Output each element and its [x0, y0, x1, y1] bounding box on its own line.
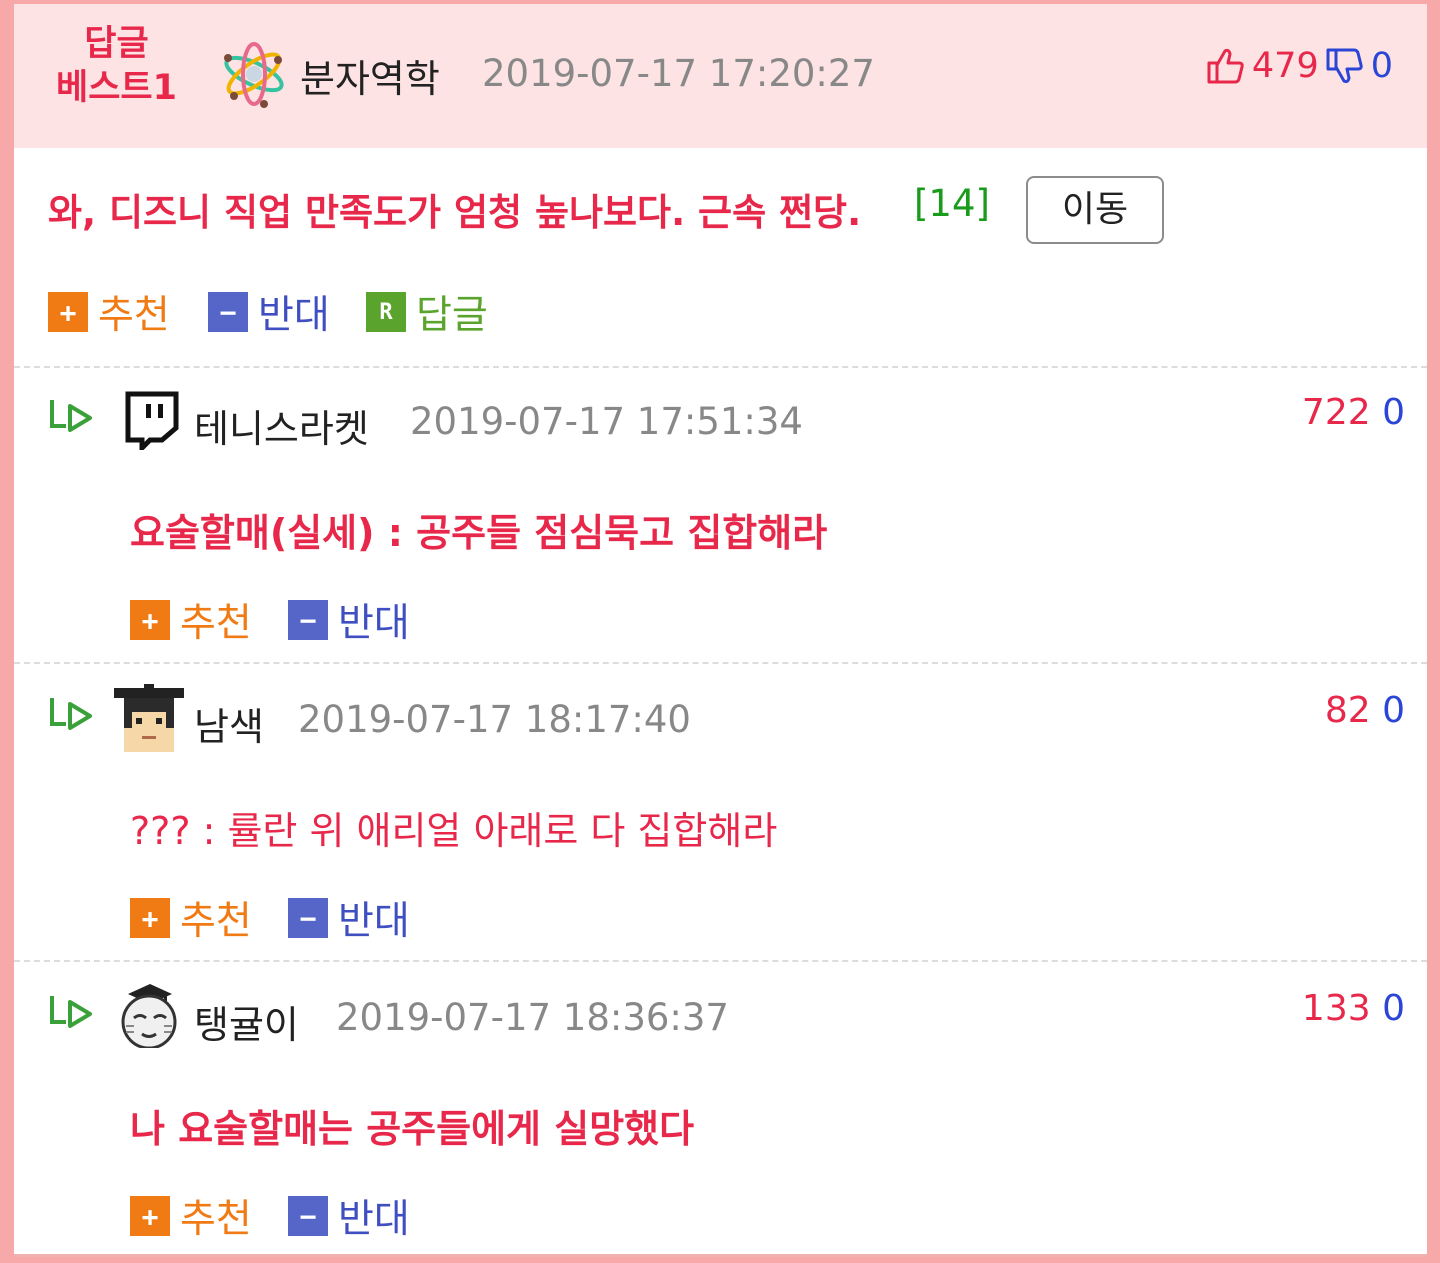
- comment-votes: 722 0: [1302, 392, 1405, 433]
- best-reply-date: 2019-07-17 17:20:27: [482, 52, 875, 95]
- minus-icon: −: [208, 292, 248, 332]
- minus-icon: −: [288, 1196, 328, 1236]
- best-reply-header: 답글 베스트1 분자역학 2019-07-17 17:20:27 479 0: [14, 4, 1427, 148]
- comment-date: 2019-07-17 18:17:40: [298, 698, 691, 741]
- comment-upvote-count: 722: [1301, 392, 1371, 433]
- bottom-border: [14, 1254, 1427, 1257]
- recommend-label: 추천: [98, 293, 170, 338]
- comment-username[interactable]: 테니스라켓: [194, 398, 369, 453]
- reply-arrow-icon: [50, 698, 92, 730]
- thumbs-down-icon[interactable]: [1325, 46, 1365, 86]
- plus-icon: +: [130, 898, 170, 938]
- post-title[interactable]: 와, 디즈니 직업 만족도가 엄청 높나보다. 근속 쩐당.: [48, 182, 861, 236]
- comment-votes: 82 0: [1325, 690, 1405, 731]
- best-reply-votes: 479 0: [1206, 44, 1393, 88]
- divider: [14, 662, 1427, 664]
- comment-date: 2019-07-17 17:51:34: [410, 400, 803, 443]
- atom-icon: [224, 42, 284, 108]
- oppose-label: 반대: [258, 293, 330, 338]
- comment-date: 2019-07-17 18:36:37: [336, 996, 729, 1039]
- recommend-label: 추천: [180, 601, 252, 646]
- plus-icon: +: [130, 1196, 170, 1236]
- minus-icon: −: [288, 600, 328, 640]
- reply-button[interactable]: R 답글: [366, 284, 488, 340]
- comment-text: ??? : 률란 위 애리얼 아래로 다 집합해라: [130, 809, 778, 853]
- move-button[interactable]: 이동: [1026, 176, 1164, 244]
- recommend-button[interactable]: + 추천: [130, 1188, 252, 1244]
- recommend-label: 추천: [180, 1197, 252, 1242]
- recommend-button[interactable]: + 추천: [48, 284, 170, 340]
- reply-label: 답글: [416, 293, 488, 338]
- recommend-label: 추천: [180, 899, 252, 944]
- oppose-button[interactable]: − 반대: [288, 890, 410, 946]
- comment-username[interactable]: 남색: [194, 696, 264, 751]
- oppose-button[interactable]: − 반대: [208, 284, 330, 340]
- reply-icon: R: [366, 292, 406, 332]
- oppose-button[interactable]: − 반대: [288, 592, 410, 648]
- comment-downvote-count: 0: [1382, 988, 1405, 1029]
- comment-downvote-count: 0: [1382, 392, 1405, 433]
- oppose-label: 반대: [338, 601, 410, 646]
- comment-upvote-count: 133: [1301, 988, 1371, 1029]
- best-reply-badge: 답글 베스트1: [44, 22, 189, 110]
- divider: [14, 366, 1427, 368]
- reply-arrow-icon: [50, 400, 92, 432]
- oppose-button[interactable]: − 반대: [288, 1188, 410, 1244]
- minus-icon: −: [288, 898, 328, 938]
- comment-thread: 답글 베스트1 분자역학 2019-07-17 17:20:27 479 0 와…: [14, 4, 1427, 1257]
- best-reply-username[interactable]: 분자역학: [300, 48, 440, 103]
- recommend-button[interactable]: + 추천: [130, 592, 252, 648]
- graduate-face-avatar: [121, 984, 177, 1048]
- comment-votes: 133 0: [1302, 988, 1405, 1029]
- graduate-boy-avatar: [114, 684, 184, 752]
- best-downvote-count: 0: [1370, 46, 1393, 86]
- best-upvote-count: 479: [1251, 46, 1319, 86]
- comment-text: 나 요술할매는 공주들에게 실망했다: [130, 1107, 695, 1151]
- twitch-icon: [125, 391, 179, 450]
- plus-icon: +: [48, 292, 88, 332]
- comment-downvote-count: 0: [1382, 690, 1405, 731]
- comment-username[interactable]: 탱귤이: [194, 994, 299, 1049]
- post-reply-count: [14]: [914, 182, 990, 225]
- comment-text: 요술할매(실세) : 공주들 점심묵고 집합해라: [130, 511, 828, 555]
- recommend-button[interactable]: + 추천: [130, 890, 252, 946]
- oppose-label: 반대: [338, 899, 410, 944]
- comment-upvote-count: 82: [1324, 690, 1371, 731]
- badge-line-2: 베스트1: [56, 68, 177, 108]
- oppose-label: 반대: [338, 1197, 410, 1242]
- divider: [14, 960, 1427, 962]
- badge-line-1: 답글: [84, 24, 149, 64]
- plus-icon: +: [130, 600, 170, 640]
- thumbs-up-icon[interactable]: [1206, 46, 1246, 86]
- reply-arrow-icon: [50, 996, 92, 1028]
